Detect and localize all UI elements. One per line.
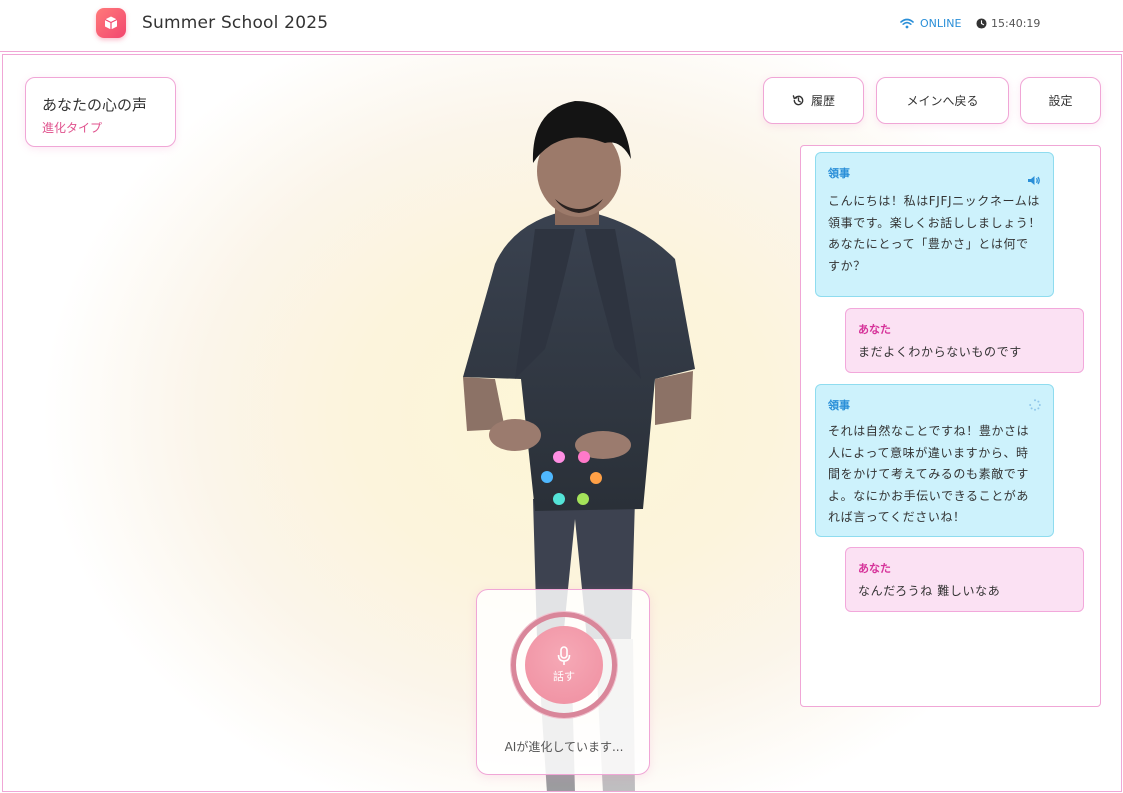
voice-input-card: 話す AIが進化しています... bbox=[476, 589, 650, 775]
message-text: それは自然なことですね！豊かさは人によって意味が違いますから、時間をかけて考えて… bbox=[828, 424, 1030, 524]
talk-button[interactable]: 話す bbox=[525, 626, 603, 704]
message-text: まだよくわからないものです bbox=[858, 345, 1022, 359]
app-title: Summer School 2025 bbox=[142, 13, 329, 33]
message-speaker: 領事 bbox=[828, 399, 850, 412]
message-speaker: あなた bbox=[858, 323, 891, 336]
message-speaker: あなた bbox=[858, 562, 891, 575]
message-text: こんにちは！私はFJFJニックネームは領事です。楽しくお話ししましょう！ あなた… bbox=[828, 194, 1042, 273]
chat-panel[interactable]: 領事 こんにちは！私はFJFJニックネームは領事です。楽しくお話ししましょう！ … bbox=[800, 145, 1101, 707]
main-stage: あなたの心の声 進化タイプ 履歴 メインへ戻る 設定 領事 こんにちは！私はFJ… bbox=[2, 54, 1122, 792]
chat-message-ai: 領事 こんにちは！私はFJFJニックネームは領事です。楽しくお話ししましょう！ … bbox=[815, 152, 1054, 297]
clock: 15:40:19 bbox=[976, 15, 1040, 31]
back-to-main-button[interactable]: メインへ戻る bbox=[876, 77, 1009, 124]
chat-message-user: あなた なんだろうね 難しいなあ bbox=[845, 547, 1084, 612]
history-icon bbox=[792, 95, 804, 106]
connection-status-label: ONLINE bbox=[920, 16, 962, 30]
app-header: Summer School 2025 ONLINE 15:40:19 bbox=[0, 0, 1123, 52]
speaker-icon[interactable] bbox=[1027, 175, 1041, 186]
wifi-icon bbox=[900, 18, 914, 28]
profile-type: 進化タイプ bbox=[42, 121, 103, 135]
loading-spinner-icon bbox=[1029, 399, 1041, 411]
settings-button[interactable]: 設定 bbox=[1020, 77, 1101, 124]
chat-message-user: あなた まだよくわからないものです bbox=[845, 308, 1084, 373]
message-speaker: 領事 bbox=[828, 167, 850, 180]
back-to-main-label: メインへ戻る bbox=[906, 94, 979, 108]
ai-status-text: AIが進化しています... bbox=[504, 740, 624, 754]
history-button[interactable]: 履歴 bbox=[763, 77, 864, 124]
profile-card: あなたの心の声 進化タイプ bbox=[25, 77, 176, 147]
chat-message-ai: 領事 それは自然なことですね！豊かさは人によって意味が違いますから、時間をかけて… bbox=[815, 384, 1054, 537]
profile-title: あなたの心の声 bbox=[42, 96, 148, 114]
settings-button-label: 設定 bbox=[1048, 94, 1073, 108]
clock-icon bbox=[976, 17, 987, 29]
talk-button-label: 話す bbox=[553, 670, 575, 683]
app-logo bbox=[96, 8, 126, 38]
microphone-icon bbox=[557, 646, 571, 665]
connection-status: ONLINE bbox=[900, 15, 961, 31]
cube-icon bbox=[104, 16, 118, 30]
history-button-label: 履歴 bbox=[810, 94, 835, 108]
message-text: なんだろうね 難しいなあ bbox=[858, 584, 1001, 598]
clock-time: 15:40:19 bbox=[991, 16, 1041, 30]
